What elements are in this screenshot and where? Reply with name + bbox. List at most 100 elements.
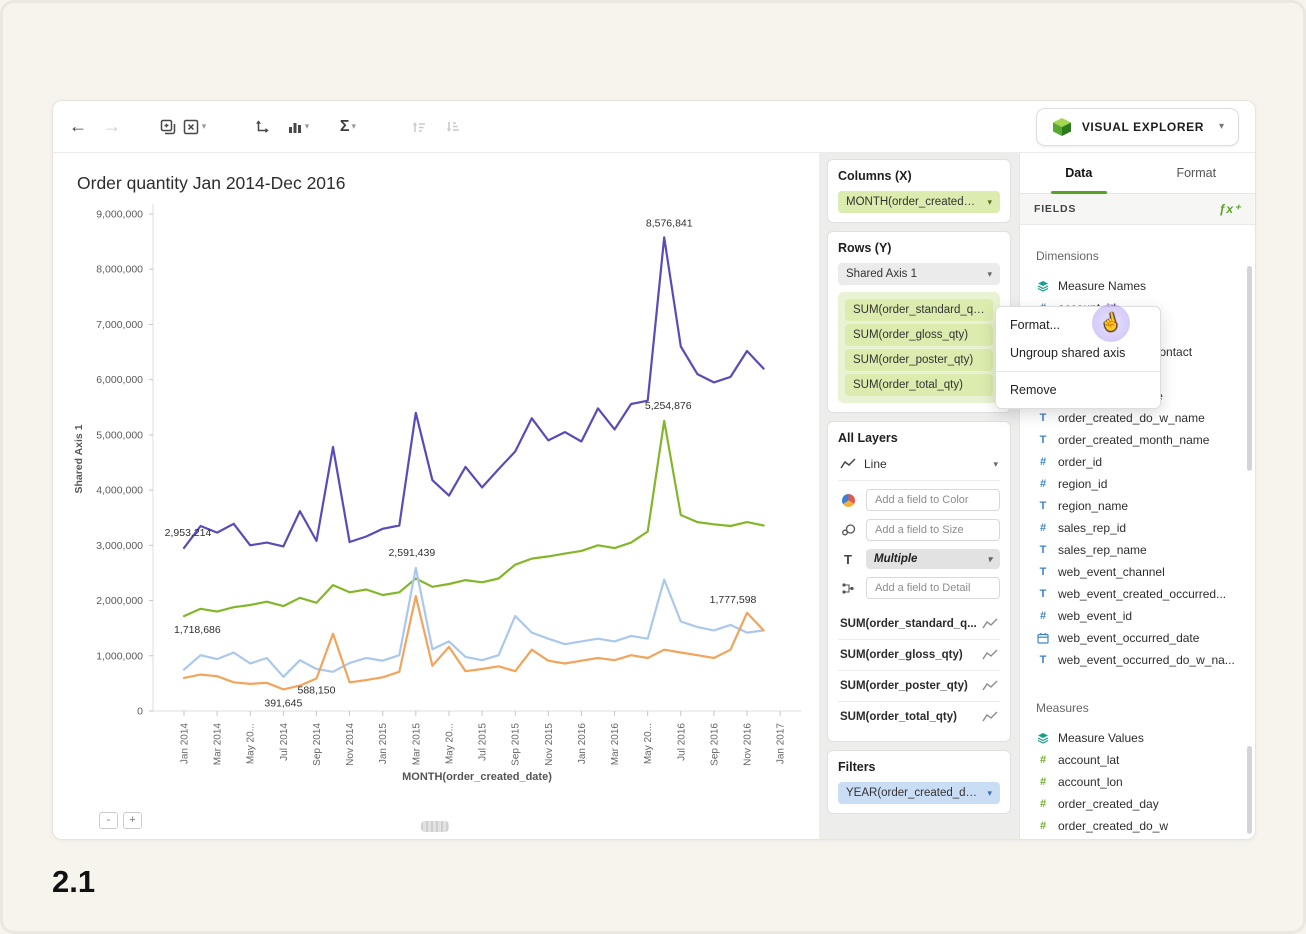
- field-item[interactable]: Tsales_rep_name: [1036, 539, 1255, 561]
- duplicate-chart-icon[interactable]: [155, 112, 181, 142]
- measures-scrollbar-thumb[interactable]: [1247, 746, 1252, 834]
- field-item-label: order_created_month_name: [1058, 433, 1209, 447]
- size-target-icon: [838, 523, 858, 537]
- field-item[interactable]: Tregion_name: [1036, 495, 1255, 517]
- bar-chart-icon[interactable]: ▾: [285, 112, 311, 142]
- svg-text:8,576,841: 8,576,841: [646, 217, 693, 229]
- svg-text:Nov 2016: Nov 2016: [743, 723, 754, 766]
- svg-text:Mar 2014: Mar 2014: [213, 723, 224, 766]
- svg-text:2,591,439: 2,591,439: [388, 547, 435, 559]
- field-item[interactable]: #sales_rep_id: [1036, 517, 1255, 539]
- field-item[interactable]: #order_created_day: [1036, 793, 1255, 815]
- svg-text:Nov 2014: Nov 2014: [345, 723, 356, 766]
- number-field-icon: #: [1036, 522, 1050, 534]
- shared-axis-dropdown[interactable]: Shared Axis 1 ▾: [838, 263, 1000, 285]
- remove-chart-icon[interactable]: ▾: [181, 112, 207, 142]
- field-item[interactable]: #order_created_do_w: [1036, 815, 1255, 837]
- multiple-caret-icon: ▾: [987, 554, 992, 565]
- layer-field-row[interactable]: SUM(order_gloss_qty): [838, 639, 1000, 670]
- size-target-field[interactable]: Add a field to Size: [866, 519, 1000, 541]
- layer-field-list: SUM(order_standard_q...SUM(order_gloss_q…: [838, 609, 1000, 732]
- fields-scrollbar-thumb[interactable]: [1247, 266, 1252, 471]
- filters-pill-caret-icon: ▾: [987, 788, 992, 799]
- add-calculation-icon[interactable]: ƒx⁺: [1219, 202, 1241, 216]
- explorer-caret-icon: ▾: [1219, 121, 1224, 132]
- svg-text:2,000,000: 2,000,000: [96, 595, 143, 607]
- text-field-icon: T: [1036, 544, 1050, 556]
- menu-item-format[interactable]: Format...: [996, 311, 1160, 339]
- rows-shelf: Rows (Y) Shared Axis 1 ▾ SUM(order_stand…: [827, 231, 1011, 413]
- number-field-icon: #: [1036, 776, 1050, 788]
- text-target-multiple[interactable]: Multiple ▾: [866, 549, 1000, 569]
- svg-text:5,000,000: 5,000,000: [96, 429, 143, 441]
- svg-text:588,150: 588,150: [297, 685, 335, 697]
- menu-item-remove[interactable]: Remove: [996, 376, 1160, 404]
- svg-text:Jan 2016: Jan 2016: [577, 723, 588, 765]
- rows-pill[interactable]: SUM(order_gloss_qty): [845, 324, 993, 346]
- rows-pill[interactable]: SUM(order_standard_qty): [845, 299, 993, 321]
- shared-axis-context-menu: Format...Ungroup shared axis Remove: [995, 306, 1161, 409]
- field-item-label: region_id: [1058, 477, 1107, 491]
- layer-type-select[interactable]: Line ▾: [838, 453, 1000, 481]
- field-item[interactable]: Tweb_event_channel: [1036, 561, 1255, 583]
- x-axis-label: MONTH(order_created_date): [153, 771, 801, 783]
- tab-data[interactable]: Data: [1020, 153, 1138, 193]
- forward-icon[interactable]: →: [99, 112, 125, 142]
- field-item-label: order_created_day: [1058, 797, 1159, 811]
- field-item[interactable]: Measure Values: [1036, 727, 1255, 749]
- field-item[interactable]: Measure Names: [1036, 275, 1255, 297]
- sort-ascending-icon[interactable]: [405, 112, 431, 142]
- fields-panel: Data Format FIELDS ƒx⁺ Dimensions Measur…: [1019, 153, 1255, 839]
- field-item[interactable]: web_event_occurred_date: [1036, 627, 1255, 649]
- zoom-out-button[interactable]: -: [99, 812, 118, 829]
- svg-text:Nov 2015: Nov 2015: [544, 723, 555, 766]
- dimensions-section-title: Dimensions: [1036, 249, 1255, 263]
- remove-chart-caret-icon: ▾: [202, 121, 207, 132]
- all-layers-card: All Layers Line ▾ Add a field to Color A…: [827, 421, 1011, 742]
- field-item[interactable]: Torder_created_month_name: [1036, 429, 1255, 451]
- rows-pill[interactable]: SUM(order_total_qty): [845, 374, 993, 396]
- horizontal-scroll-handle[interactable]: [421, 821, 449, 832]
- menu-item-ungroup-shared-axis[interactable]: Ungroup shared axis: [996, 339, 1160, 367]
- visual-explorer-button[interactable]: VISUAL EXPLORER ▾: [1036, 108, 1239, 146]
- measures-section-title: Measures: [1036, 701, 1255, 715]
- layer-field-row[interactable]: SUM(order_total_qty): [838, 701, 1000, 732]
- sort-descending-icon[interactable]: [439, 112, 465, 142]
- field-item[interactable]: # region_id: [1036, 473, 1255, 495]
- layer-field-row[interactable]: SUM(order_standard_q...: [838, 609, 1000, 639]
- rows-pill[interactable]: SUM(order_poster_qty): [845, 349, 993, 371]
- line-mark-icon: [982, 680, 998, 692]
- aggregate-sigma-icon[interactable]: Σ ▾: [335, 112, 361, 142]
- field-item-label: sales_rep_name: [1058, 543, 1147, 557]
- field-item[interactable]: #order_id: [1036, 451, 1255, 473]
- all-layers-title: All Layers: [838, 431, 1000, 445]
- zoom-in-button[interactable]: +: [123, 812, 142, 829]
- chart-area: Order quantity Jan 2014-Dec 2016 Shared …: [53, 153, 819, 839]
- field-item[interactable]: #web_event_id: [1036, 605, 1255, 627]
- filters-shelf: Filters YEAR(order_created_date) ▾: [827, 750, 1011, 814]
- transpose-axes-icon[interactable]: [249, 112, 275, 142]
- mouse-cursor-highlight: ☝: [1092, 304, 1130, 342]
- svg-text:1,718,686: 1,718,686: [174, 624, 221, 636]
- field-item[interactable]: Tweb_event_created_occurred...: [1036, 583, 1255, 605]
- filters-pill[interactable]: YEAR(order_created_date) ▾: [838, 782, 1000, 804]
- layer-type-label: Line: [864, 457, 887, 471]
- visual-explorer-logo-icon: [1051, 116, 1073, 138]
- order-quantity-line-chart[interactable]: 01,000,0002,000,0003,000,0004,000,0005,0…: [53, 174, 819, 774]
- number-field-icon: #: [1036, 478, 1050, 490]
- back-icon[interactable]: ←: [65, 112, 91, 142]
- field-item[interactable]: #account_lat: [1036, 749, 1255, 771]
- layer-field-row[interactable]: SUM(order_poster_qty): [838, 670, 1000, 701]
- color-target-field[interactable]: Add a field to Color: [866, 489, 1000, 511]
- date-field-icon: [1036, 632, 1050, 644]
- svg-text:1,777,598: 1,777,598: [710, 594, 757, 606]
- columns-pill[interactable]: MONTH(order_created_d... ▾: [838, 191, 1000, 213]
- layers-field-icon: [1036, 280, 1050, 292]
- field-item[interactable]: Torder_created_do_w_name: [1036, 407, 1255, 429]
- detail-target-field[interactable]: Add a field to Detail: [866, 577, 1000, 599]
- field-item[interactable]: #account_lon: [1036, 771, 1255, 793]
- svg-text:May 20...: May 20...: [444, 723, 455, 764]
- field-item[interactable]: Tweb_event_occurred_do_w_na...: [1036, 649, 1255, 671]
- tab-format[interactable]: Format: [1138, 153, 1256, 193]
- field-item[interactable]: #order_created_month: [1036, 837, 1255, 839]
